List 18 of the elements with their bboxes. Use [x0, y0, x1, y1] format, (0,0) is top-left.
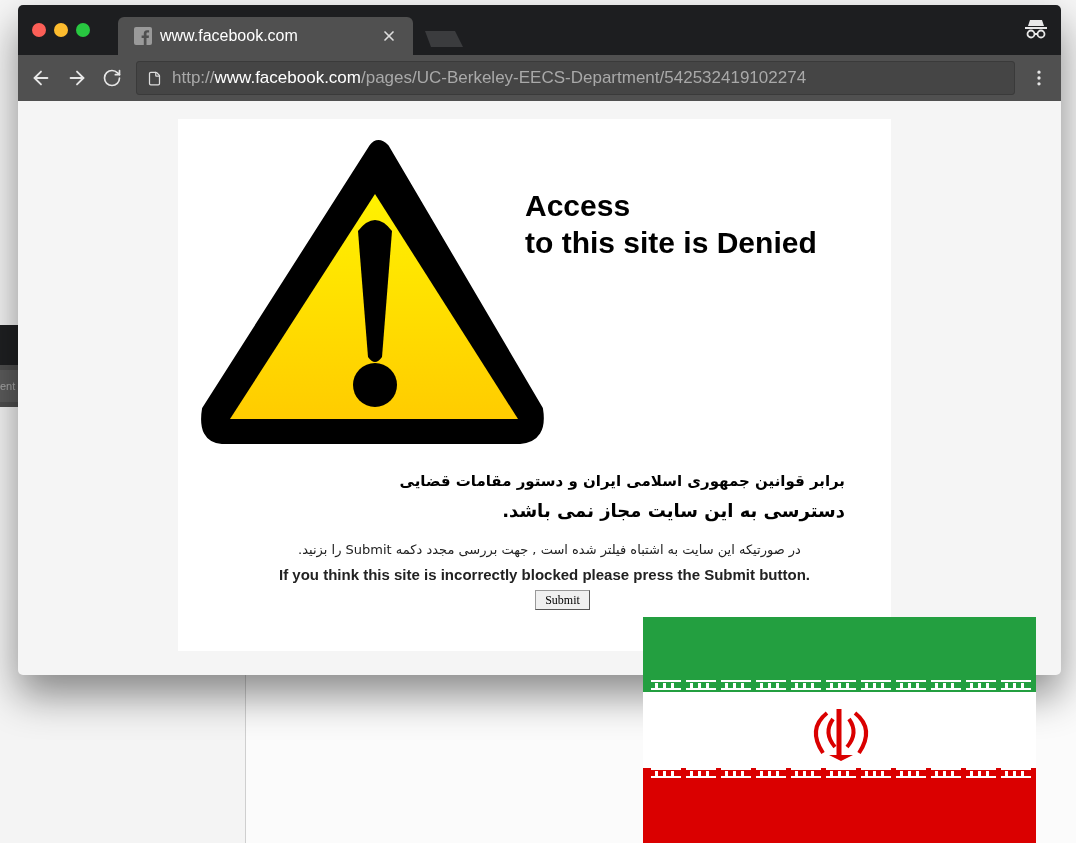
minimize-window-button[interactable]	[54, 23, 68, 37]
help-text-english: If you think this site is incorrectly blocked please press the Submit button.	[278, 564, 811, 585]
address-bar[interactable]: http://www.facebook.com/pages/UC-Berkeley-EECS-Department/542532419102274	[136, 61, 1015, 95]
tab-title: www.facebook.com	[160, 26, 299, 46]
favicon-icon	[134, 27, 152, 45]
access-denied-heading: Access to this site is Denied	[525, 188, 817, 261]
close-tab-icon[interactable]	[381, 28, 397, 44]
browser-tab[interactable]: www.facebook.com	[118, 17, 413, 55]
incognito-icon	[1025, 19, 1047, 39]
close-window-button[interactable]	[32, 23, 46, 37]
notice-line: برابر قوانين جمهوری اسلامی ايران و دستور مقامات قضايی	[399, 471, 845, 492]
help-text-persian: در صورتيكه اين سايت به اشتباه فيلتر شده است , جهت بررسی مجدد دكمه Submit را بزنيد.	[297, 541, 802, 560]
notice-line: دسترسی به اين سايت مجاز نمی باشد.	[502, 499, 845, 524]
url-text: http://www.facebook.com/pages/UC-Berkeley-EECS-Department/542532419102274	[172, 67, 807, 90]
submit-button[interactable]: Submit	[535, 590, 590, 610]
zoom-window-button[interactable]	[76, 23, 90, 37]
page-icon	[147, 70, 162, 86]
reload-icon[interactable]	[102, 68, 122, 88]
